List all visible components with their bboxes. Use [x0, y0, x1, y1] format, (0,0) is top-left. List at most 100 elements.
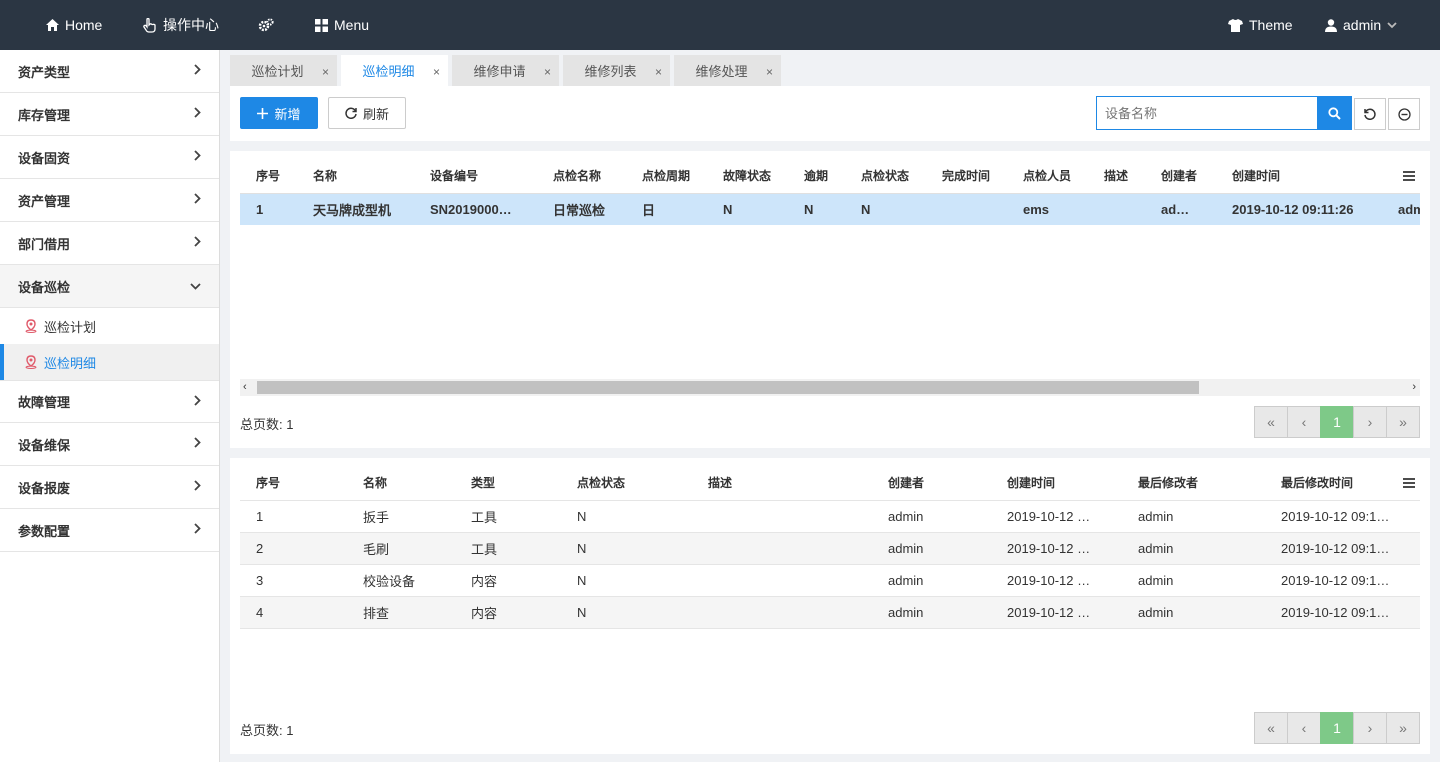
table-cell: 2019-10-12 09:1… [1265, 531, 1420, 564]
close-icon[interactable]: × [544, 65, 551, 79]
chevron-right-icon [194, 437, 201, 451]
prev-page-button[interactable]: ‹ [1287, 406, 1321, 438]
sidebar-subitem-inspection-detail[interactable]: 巡检明细 [0, 344, 219, 380]
sidebar-item-department-borrow[interactable]: 部门借用 [0, 222, 219, 265]
horizontal-scrollbar[interactable]: ‹ › [240, 379, 1420, 396]
table-cell [926, 193, 1007, 225]
column-toggle-button[interactable] [1398, 159, 1420, 193]
table-cell: admin [872, 531, 991, 564]
tab-inspection-plan[interactable]: 巡检计划 × [230, 55, 337, 86]
sidebar-item-asset-type[interactable]: 资产类型 [0, 50, 219, 93]
sidebar-item-inventory[interactable]: 库存管理 [0, 93, 219, 136]
sidebar-item-fault[interactable]: 故障管理 [0, 380, 219, 423]
search-input[interactable] [1096, 96, 1318, 130]
table-cell: 2 [240, 531, 347, 564]
column-header[interactable]: 创建者 [872, 466, 991, 500]
column-header[interactable]: 逾期 [788, 159, 845, 193]
tab-label: 巡检明细 [362, 64, 415, 79]
close-icon[interactable]: × [655, 65, 662, 79]
column-header[interactable]: 名称 [347, 466, 455, 500]
column-header[interactable]: 创建时间 [1216, 159, 1382, 193]
prev-page-button[interactable]: ‹ [1287, 712, 1321, 744]
sidebar-item-params[interactable]: 参数配置 [0, 509, 219, 552]
tab-inspection-detail[interactable]: 巡检明细 × [341, 55, 448, 86]
table-row[interactable]: 4 排查 内容 N admin 2019-10-12 … admin 2019-… [240, 595, 1420, 628]
table-cell: 校验设备 [347, 563, 455, 596]
table-row[interactable]: 3 校验设备 内容 N admin 2019-10-12 … admin 201… [240, 563, 1420, 596]
sidebar-item-scrap[interactable]: 设备报废 [0, 466, 219, 509]
table-cell: admin [1122, 563, 1265, 596]
column-header[interactable]: 描述 [692, 466, 872, 500]
tab-repair-list[interactable]: 维修列表 × [563, 55, 670, 86]
table-row[interactable]: 1 扳手 工具 N admin 2019-10-12 … admin 2019-… [240, 499, 1420, 532]
column-header[interactable]: 点检状态 [845, 159, 926, 193]
add-button[interactable]: 新增 [240, 97, 318, 129]
table-cell: N [707, 193, 788, 225]
search-button[interactable] [1317, 96, 1352, 130]
current-page-button[interactable]: 1 [1320, 712, 1354, 744]
column-header[interactable]: 点检状态 [561, 466, 692, 500]
hand-pointer-icon [143, 17, 156, 33]
column-header[interactable]: 创建时间 [991, 466, 1122, 500]
table-header-row: 序号 名称 设备编号 点检名称 点检周期 故障状态 逾期 点检状态 完成时间 点… [240, 159, 1420, 193]
tab-repair-handle[interactable]: 维修处理 × [674, 55, 781, 86]
next-page-button[interactable]: › [1353, 406, 1387, 438]
column-header[interactable]: 点检周期 [626, 159, 707, 193]
sidebar-item-asset-management[interactable]: 资产管理 [0, 179, 219, 222]
table-cell: admin [872, 595, 991, 628]
table-row[interactable]: 2 毛刷 工具 N admin 2019-10-12 … admin 2019-… [240, 531, 1420, 564]
home-icon [46, 19, 59, 31]
column-header[interactable]: 最后修改时间 [1265, 466, 1420, 500]
close-icon[interactable]: × [322, 65, 329, 79]
plus-icon [257, 107, 269, 119]
scrollbar-thumb[interactable] [257, 381, 1199, 394]
close-icon[interactable]: × [766, 65, 773, 79]
sidebar-subitem-inspection-plan[interactable]: 巡检计划 [0, 308, 219, 344]
nav-user[interactable]: admin [1325, 0, 1397, 50]
column-header[interactable]: 点检名称 [537, 159, 626, 193]
table-row[interactable]: 1 天马牌成型机 SN2019000… 日常巡检 日 N N N ems ad…… [240, 193, 1420, 225]
column-header[interactable]: 创建者 [1145, 159, 1216, 193]
column-header[interactable]: 描述 [1088, 159, 1145, 193]
nav-menu[interactable]: Menu [315, 0, 369, 50]
column-header[interactable]: 类型 [455, 466, 561, 500]
column-header[interactable]: 名称 [297, 159, 414, 193]
total-pages-label: 总页数: 1 [240, 723, 294, 738]
table-cell: 2019-10-12 … [991, 595, 1122, 628]
column-toggle-button[interactable] [1398, 466, 1420, 500]
nav-ops-center[interactable]: 操作中心 [143, 0, 219, 50]
sidebar-item-inspection[interactable]: 设备巡检 [0, 265, 219, 308]
next-page-button[interactable]: › [1353, 712, 1387, 744]
chevron-right-icon [194, 236, 201, 250]
sidebar-item-maintenance[interactable]: 设备维保 [0, 423, 219, 466]
column-header[interactable]: 序号 [240, 466, 347, 500]
reset-button[interactable] [1354, 98, 1386, 130]
column-header[interactable]: 点检人员 [1007, 159, 1088, 193]
refresh-button[interactable]: 刷新 [328, 97, 406, 129]
column-header[interactable]: 完成时间 [926, 159, 1007, 193]
scroll-left-icon[interactable]: ‹ [243, 381, 247, 393]
column-header[interactable]: 最后修改者 [1122, 466, 1265, 500]
tab-repair-request[interactable]: 维修申请 × [452, 55, 559, 86]
table-cell: 2019-10-12 09:1… [1265, 499, 1420, 532]
close-icon[interactable]: × [433, 65, 440, 79]
column-header[interactable]: 设备编号 [414, 159, 537, 193]
collapse-search-button[interactable] [1388, 98, 1420, 130]
table-cell: admin [1122, 595, 1265, 628]
tshirt-icon [1228, 18, 1243, 32]
last-page-button[interactable]: » [1386, 712, 1420, 744]
first-page-button[interactable]: « [1254, 712, 1288, 744]
nav-home[interactable]: Home [46, 0, 102, 50]
nav-settings[interactable] [258, 0, 274, 50]
table-cell: 2019-10-12 … [991, 531, 1122, 564]
table-cell: 1 [240, 193, 297, 225]
column-header[interactable]: 序号 [240, 159, 297, 193]
sidebar-item-fixed-assets[interactable]: 设备固资 [0, 136, 219, 179]
chevron-right-icon [194, 193, 201, 207]
current-page-button[interactable]: 1 [1320, 406, 1354, 438]
scroll-right-icon[interactable]: › [1412, 381, 1416, 393]
column-header[interactable]: 故障状态 [707, 159, 788, 193]
last-page-button[interactable]: » [1386, 406, 1420, 438]
nav-theme[interactable]: Theme [1228, 0, 1293, 50]
first-page-button[interactable]: « [1254, 406, 1288, 438]
